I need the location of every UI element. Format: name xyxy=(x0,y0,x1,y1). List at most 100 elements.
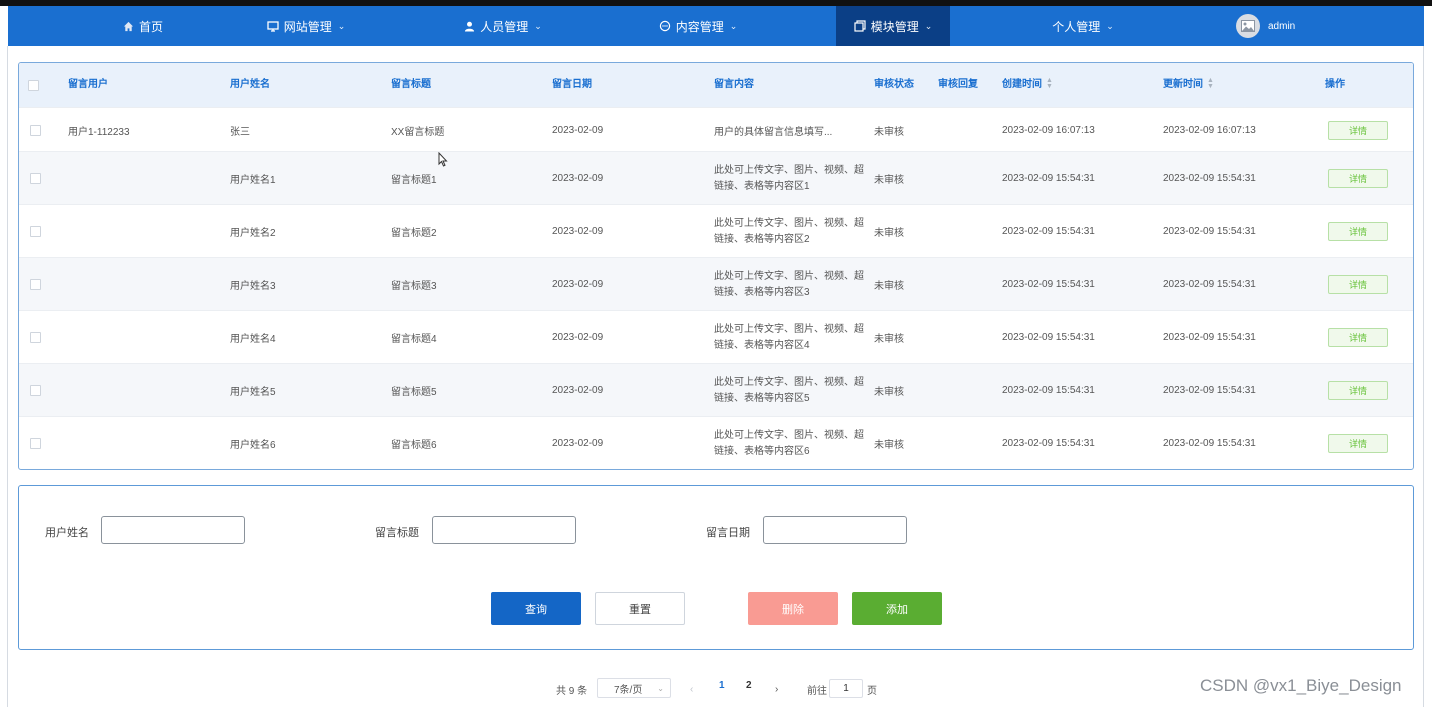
th-reply: 审核回复 xyxy=(938,79,978,90)
cell-date: 2023-02-09 xyxy=(552,438,604,449)
message-table: 留言用户 用户姓名 留言标题 留言日期 留言内容 审核状态 审核回复 创建时间 ▲… xyxy=(18,62,1414,470)
cell-content: 此处可上传文字、图片、视频、超链接、表格等内容区3 xyxy=(714,270,864,298)
next-page-icon[interactable]: › xyxy=(775,680,778,698)
cell-updated: 2023-02-09 15:54:31 xyxy=(1163,279,1256,290)
title-filter-label: 留言标题 xyxy=(375,527,419,539)
reset-button[interactable]: 重置 xyxy=(595,592,685,625)
cell-created: 2023-02-09 16:07:13 xyxy=(1002,124,1095,136)
date-filter-label: 留言日期 xyxy=(706,527,750,539)
chevron-down-icon: ⌄ xyxy=(1106,20,1114,31)
name-filter-input[interactable] xyxy=(101,516,245,544)
detail-button[interactable]: 详情 xyxy=(1328,121,1388,140)
row-checkbox[interactable] xyxy=(30,385,41,396)
chevron-down-icon: ⌄ xyxy=(337,20,346,31)
cell-created: 2023-02-09 15:54:31 xyxy=(1002,226,1095,237)
chevron-down-icon: ⌄ xyxy=(924,20,933,31)
cell-name: 张三 xyxy=(230,126,250,138)
cell-name: 用户姓名1 xyxy=(230,175,276,186)
table-row: 用户姓名1 留言标题1 2023-02-09 此处可上传文字、图片、视频、超链接… xyxy=(19,151,1413,205)
cell-status: 未审核 xyxy=(874,175,904,186)
nav-module-label: 模块管理 xyxy=(870,19,919,34)
delete-button[interactable]: 删除 xyxy=(748,592,838,625)
row-checkbox[interactable] xyxy=(30,279,41,290)
nav-personal-management[interactable]: 个人管理 ⌄ xyxy=(1038,6,1128,46)
top-nav: 首页 网站管理 ⌄ 人员管理 ⌄ 内容管理 ⌄ 模块管理 ⌄ 个人管理 ⌄ ad… xyxy=(8,6,1424,46)
cell-content: 此处可上传文字、图片、视频、超链接、表格等内容区4 xyxy=(714,323,864,351)
cell-user: 用户1-112233 xyxy=(68,126,130,138)
page-border-right xyxy=(1423,46,1424,707)
th-status: 审核状态 xyxy=(874,79,914,90)
th-created[interactable]: 创建时间 ▲ ▼ xyxy=(1002,63,1053,107)
cell-status: 未审核 xyxy=(874,228,904,239)
nav-site-label: 网站管理 xyxy=(283,19,332,34)
row-checkbox[interactable] xyxy=(30,226,41,237)
query-button[interactable]: 查询 xyxy=(491,592,581,625)
cell-updated: 2023-02-09 16:07:13 xyxy=(1163,124,1256,136)
user-menu[interactable]: admin xyxy=(1236,6,1326,46)
row-checkbox[interactable] xyxy=(30,438,41,449)
cell-created: 2023-02-09 15:54:31 xyxy=(1002,173,1095,184)
monitor-icon xyxy=(267,20,279,32)
row-checkbox[interactable] xyxy=(30,173,41,184)
cell-updated: 2023-02-09 15:54:31 xyxy=(1163,332,1256,343)
page-number[interactable]: 1 xyxy=(719,680,725,691)
nav-content-management[interactable]: 内容管理 ⌄ xyxy=(648,6,748,46)
table-row: 用户姓名2 留言标题2 2023-02-09 此处可上传文字、图片、视频、超链接… xyxy=(19,204,1413,258)
cell-date: 2023-02-09 xyxy=(552,173,604,184)
goto-label: 前往 xyxy=(807,685,827,697)
cell-title: 留言标题5 xyxy=(391,387,437,398)
th-title: 留言标题 xyxy=(391,79,431,90)
detail-button[interactable]: 详情 xyxy=(1328,275,1388,294)
detail-button[interactable]: 详情 xyxy=(1328,169,1388,188)
table-row: 用户姓名5 留言标题5 2023-02-09 此处可上传文字、图片、视频、超链接… xyxy=(19,363,1413,417)
page-number[interactable]: 2 xyxy=(746,680,752,691)
cell-status: 未审核 xyxy=(874,440,904,451)
detail-button[interactable]: 详情 xyxy=(1328,434,1388,453)
select-all-checkbox[interactable] xyxy=(28,80,39,91)
title-filter-input[interactable] xyxy=(432,516,576,544)
nav-home-label: 首页 xyxy=(138,19,163,34)
detail-button[interactable]: 详情 xyxy=(1328,222,1388,241)
detail-button[interactable]: 详情 xyxy=(1328,381,1388,400)
cell-content: 此处可上传文字、图片、视频、超链接、表格等内容区2 xyxy=(714,217,864,245)
row-checkbox[interactable] xyxy=(30,332,41,343)
nav-staff-label: 人员管理 xyxy=(480,19,529,34)
sort-icon[interactable]: ▲ ▼ xyxy=(1046,77,1053,90)
username: admin xyxy=(1268,20,1296,32)
detail-button[interactable]: 详情 xyxy=(1328,328,1388,347)
cell-name: 用户姓名6 xyxy=(230,440,276,451)
chevron-down-icon: ⌄ xyxy=(657,683,664,693)
cell-title: 留言标题4 xyxy=(391,334,437,345)
table-row: 用户姓名3 留言标题3 2023-02-09 此处可上传文字、图片、视频、超链接… xyxy=(19,257,1413,311)
cell-updated: 2023-02-09 15:54:31 xyxy=(1163,438,1256,449)
page-border-left xyxy=(7,46,8,707)
page-size-select[interactable]: 7条/页 ⌄ xyxy=(597,678,671,698)
chevron-down-icon: ⌄ xyxy=(729,20,738,31)
cell-title: 留言标题3 xyxy=(391,281,437,292)
prev-page-icon[interactable]: ‹ xyxy=(690,680,693,698)
nav-personal-label: 个人管理 xyxy=(1052,19,1101,34)
th-updated-label: 更新时间 xyxy=(1163,79,1203,90)
nav-site-management[interactable]: 网站管理 ⌄ xyxy=(256,6,356,46)
nav-module-management[interactable]: 模块管理 ⌄ xyxy=(836,6,950,46)
chat-icon xyxy=(659,20,671,32)
sort-icon[interactable]: ▲ ▼ xyxy=(1207,77,1214,90)
search-panel: 用户姓名 留言标题 留言日期 查询 重置 删除 添加 xyxy=(18,485,1414,650)
cell-content: 用户的具体留言信息填写... xyxy=(714,126,833,138)
th-user: 留言用户 xyxy=(68,79,108,90)
cell-date: 2023-02-09 xyxy=(552,385,604,396)
avatar xyxy=(1236,14,1260,38)
th-updated[interactable]: 更新时间 ▲ ▼ xyxy=(1163,63,1214,107)
goto-page-input[interactable]: 1 xyxy=(829,679,863,698)
cell-title: 留言标题6 xyxy=(391,440,437,451)
table-header: 留言用户 用户姓名 留言标题 留言日期 留言内容 审核状态 审核回复 创建时间 ▲… xyxy=(19,63,1413,107)
home-icon xyxy=(123,21,134,32)
nav-staff-management[interactable]: 人员管理 ⌄ xyxy=(453,6,553,46)
nav-home[interactable]: 首页 xyxy=(93,6,193,46)
cell-content: 此处可上传文字、图片、视频、超链接、表格等内容区5 xyxy=(714,376,864,404)
date-filter-input[interactable] xyxy=(763,516,907,544)
name-filter-label: 用户姓名 xyxy=(45,527,89,539)
add-button[interactable]: 添加 xyxy=(852,592,942,625)
cell-created: 2023-02-09 15:54:31 xyxy=(1002,385,1095,396)
row-checkbox[interactable] xyxy=(30,125,41,136)
